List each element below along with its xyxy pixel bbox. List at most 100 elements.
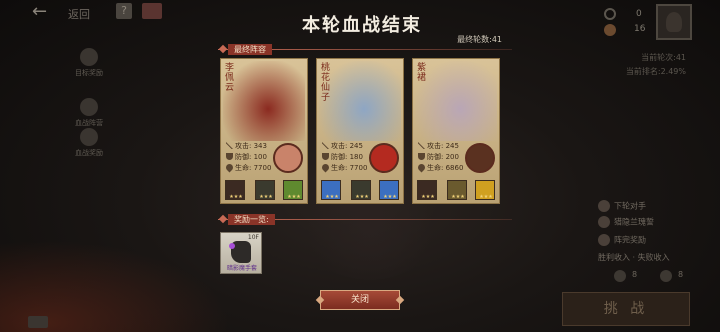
star-rating: ★★★ <box>479 194 493 200</box>
star-rating: ★★★ <box>355 194 369 200</box>
lineup-section-header: 最终阵容 <box>218 44 512 55</box>
skill-icon[interactable]: ★★★ <box>225 180 245 200</box>
sidebar-item-battle-lineup[interactable]: 血战阵营 <box>66 98 112 128</box>
hero-name: 紫裙 <box>417 63 427 83</box>
star-rating: ★★★ <box>383 194 397 200</box>
opponent-icon <box>598 200 610 212</box>
skill-icon[interactable]: ★★★ <box>351 180 371 200</box>
sidebar-item-label: 血战奖励 <box>75 149 103 157</box>
reward-item[interactable]: 10F 暗影魔手套 <box>220 232 262 274</box>
completion-reward-icon <box>598 234 610 246</box>
help-button[interactable]: ? <box>116 3 132 19</box>
challenge-button[interactable]: 挑 战 <box>562 292 690 326</box>
reward-icon <box>80 128 98 146</box>
lineup-section-label: 最终阵容 <box>228 44 272 55</box>
sidebar-item-label: 血战阵营 <box>75 119 103 127</box>
back-arrow-icon[interactable]: ← <box>32 3 52 21</box>
hero-portrait <box>415 61 497 141</box>
hero-card[interactable]: 桃花仙子 攻击: 245 防御: 180 生命: 7700 ★★★ ★★★ ★★… <box>316 58 404 204</box>
hero-portrait <box>319 61 401 141</box>
diamond-icon <box>218 214 228 224</box>
target-icon <box>80 48 98 66</box>
star-rating: ★★★ <box>259 194 273 200</box>
rewards-section-label: 奖励一览: <box>228 214 275 225</box>
star-rating: ★★★ <box>325 194 339 200</box>
game-screen: ← 返回 ? 0 16 目标奖励 血战阵营 血战奖励 当前轮次:41 当前排名:… <box>0 0 720 332</box>
opponent-name-text: 猎隐兰瑰誓 <box>614 217 654 227</box>
shield-icon <box>226 153 233 160</box>
attack-value: 攻击: 343 <box>235 142 267 150</box>
completion-reward-label: 阵完奖励 <box>598 234 646 246</box>
drop-icon <box>320 162 331 173</box>
skill-icon[interactable]: ★★★ <box>255 180 275 200</box>
defense-value: 防御: 180 <box>331 153 363 161</box>
hp-value: 生命: 6860 <box>427 164 464 172</box>
opponent-crest-icon <box>598 216 610 228</box>
earnings-label: 胜利收入 · 失败收入 <box>598 253 670 262</box>
shield-icon <box>322 153 329 160</box>
lineup-icon <box>80 98 98 116</box>
rewards-section-header: 奖励一览: <box>218 214 512 225</box>
loss-earnings-icon <box>660 270 672 282</box>
opponent-name-label: 猎隐兰瑰誓 <box>598 216 654 228</box>
skill-icon[interactable]: ★★★ <box>379 180 399 200</box>
player-avatar[interactable] <box>656 4 692 40</box>
star-rating: ★★★ <box>421 194 435 200</box>
hp-value: 生命: 7700 <box>235 164 272 172</box>
skill-row: ★★★ ★★★ ★★★ <box>417 180 497 200</box>
close-button[interactable]: 关闭 <box>320 290 400 310</box>
star-rating: ★★★ <box>451 194 465 200</box>
defense-value: 防御: 200 <box>427 153 459 161</box>
skill-row: ★★★ ★★★ ★★★ <box>321 180 401 200</box>
shield-icon <box>418 153 425 160</box>
sidebar-item-target-rewards[interactable]: 目标奖励 <box>66 48 112 78</box>
resource-bottom-value: 16 <box>634 24 646 34</box>
reward-label: 暗影魔手套 <box>226 265 257 272</box>
attack-value: 攻击: 245 <box>427 142 459 150</box>
win-earnings-value: 8 <box>632 270 638 279</box>
resource-top-value: 0 <box>636 9 642 19</box>
current-rank-stat: 当前排名:2.49% <box>625 67 686 76</box>
skill-icon[interactable]: ★★★ <box>475 180 495 200</box>
main-skill-icon[interactable] <box>273 143 303 173</box>
star-rating: ★★★ <box>287 194 301 200</box>
loss-earnings-value: 8 <box>678 270 684 279</box>
resource-coin-icon <box>604 24 616 36</box>
completion-reward-text: 阵完奖励 <box>614 235 646 245</box>
sidebar-item-battle-rewards[interactable]: 血战奖励 <box>66 128 112 158</box>
drop-icon <box>416 162 427 173</box>
sidebar-item-label: 目标奖励 <box>75 69 103 77</box>
star-rating: ★★★ <box>229 194 243 200</box>
attack-value: 攻击: 245 <box>331 142 363 150</box>
skill-icon[interactable]: ★★★ <box>283 180 303 200</box>
sword-icon <box>322 142 329 149</box>
hero-card[interactable]: 李佩云 攻击: 343 防御: 100 生命: 7700 ★★★ ★★★ ★★★ <box>220 58 308 204</box>
next-opponent-text: 下轮对手 <box>614 201 646 211</box>
skill-icon[interactable]: ★★★ <box>321 180 341 200</box>
chat-icon[interactable] <box>28 316 48 328</box>
skill-icon[interactable]: ★★★ <box>417 180 437 200</box>
gem-icon <box>229 243 235 249</box>
resource-ring-icon <box>604 8 616 20</box>
hero-portrait <box>223 61 305 141</box>
next-opponent-label: 下轮对手 <box>598 200 646 212</box>
main-skill-icon[interactable] <box>369 143 399 173</box>
mail-icon[interactable] <box>142 3 162 19</box>
defense-value: 防御: 100 <box>235 153 267 161</box>
hero-name: 李佩云 <box>225 63 235 93</box>
diamond-icon <box>218 44 228 54</box>
top-bar-title: 返回 <box>68 8 90 21</box>
hp-value: 生命: 7700 <box>331 164 368 172</box>
hero-name: 桃花仙子 <box>321 63 331 103</box>
skill-row: ★★★ ★★★ ★★★ <box>225 180 305 200</box>
sword-icon <box>418 142 425 149</box>
sword-icon <box>226 142 233 149</box>
hero-card[interactable]: 紫裙 攻击: 245 防御: 200 生命: 6860 ★★★ ★★★ ★★★ <box>412 58 500 204</box>
battle-result-modal: 本轮血战结束 最终轮数:41 最终阵容 李佩云 攻击: 343 防御: 100 … <box>212 0 512 332</box>
skill-icon[interactable]: ★★★ <box>447 180 467 200</box>
win-earnings-icon <box>614 270 626 282</box>
drop-icon <box>224 162 235 173</box>
reward-count: 10F <box>247 234 259 241</box>
current-round-stat: 当前轮次:41 <box>641 53 686 62</box>
main-skill-icon[interactable] <box>465 143 495 173</box>
